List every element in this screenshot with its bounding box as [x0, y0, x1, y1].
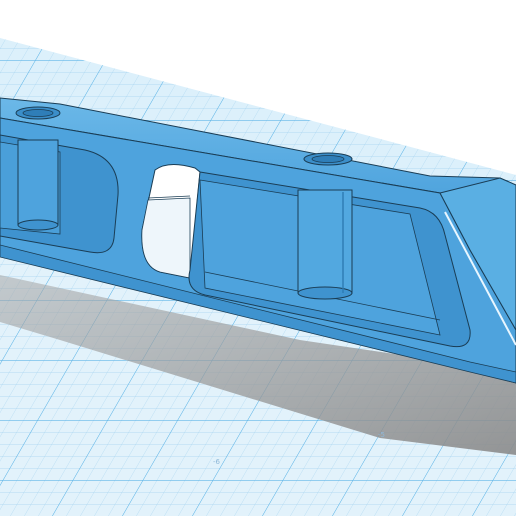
- 3d-viewport[interactable]: -5 -6: [0, 0, 516, 516]
- grid-tick-label: -5: [378, 431, 385, 439]
- boss-left: [17, 139, 59, 226]
- scene-canvas[interactable]: [0, 0, 516, 516]
- boss-right: [297, 189, 353, 294]
- grid-tick-label: -6: [213, 458, 220, 466]
